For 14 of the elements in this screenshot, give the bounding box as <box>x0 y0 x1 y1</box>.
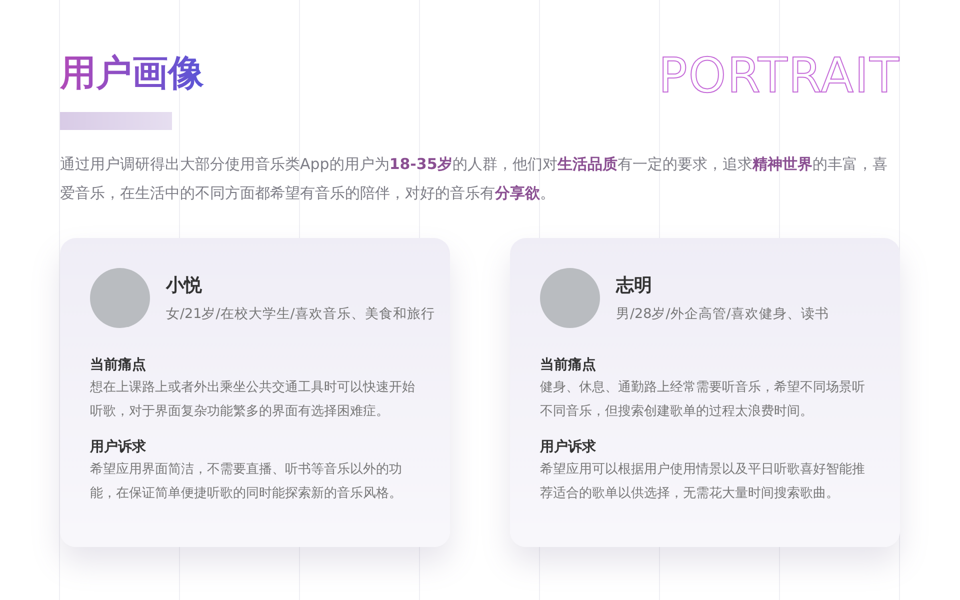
persona-description: 男/28岁/外企高管/喜欢健身、读书 <box>616 305 829 323</box>
section-heading: 用户诉求 <box>90 438 147 457</box>
section-text: 健身、休息、通勤路上经常需要听音乐，希望不同场景听不同音乐，但搜索创建歌单的过程太浪费时间。 <box>540 379 866 421</box>
section-heading: 当前痛点 <box>540 356 597 375</box>
persona-name: 小悦 <box>166 274 203 297</box>
section-text: 想在上课路上或者外出乘坐公共交通工具时可以快速开始听歌，对于界面复杂功能繁多的界面有选择困难症。 <box>90 379 416 421</box>
outlined-heading: PORTRAIT <box>658 50 900 102</box>
section-text: 希望应用可以根据用户使用情景以及平日听歌喜好智能推荐适合的歌单以供选择，无需花大量时间搜索歌曲。 <box>540 461 866 503</box>
section-heading: 用户诉求 <box>540 438 597 457</box>
persona-name: 志明 <box>616 274 653 297</box>
intro-paragraph: 通过用户调研得出大部分使用音乐类App的用户为18-35岁的人群，他们对生活品质有一定的要求，追求精神世界的丰富，喜爱音乐，在生活中的不同方面都希望有音乐的陪伴，对好的音乐有分享欲。 <box>60 154 888 204</box>
persona-description: 女/21岁/在校大学生/喜欢音乐、美食和旅行 <box>166 305 435 323</box>
section-heading: 当前痛点 <box>90 356 147 375</box>
section-text: 希望应用界面简洁，不需要直播、听书等音乐以外的功能，在保证简单便捷听歌的同时能探索新的音乐风格。 <box>90 461 403 503</box>
